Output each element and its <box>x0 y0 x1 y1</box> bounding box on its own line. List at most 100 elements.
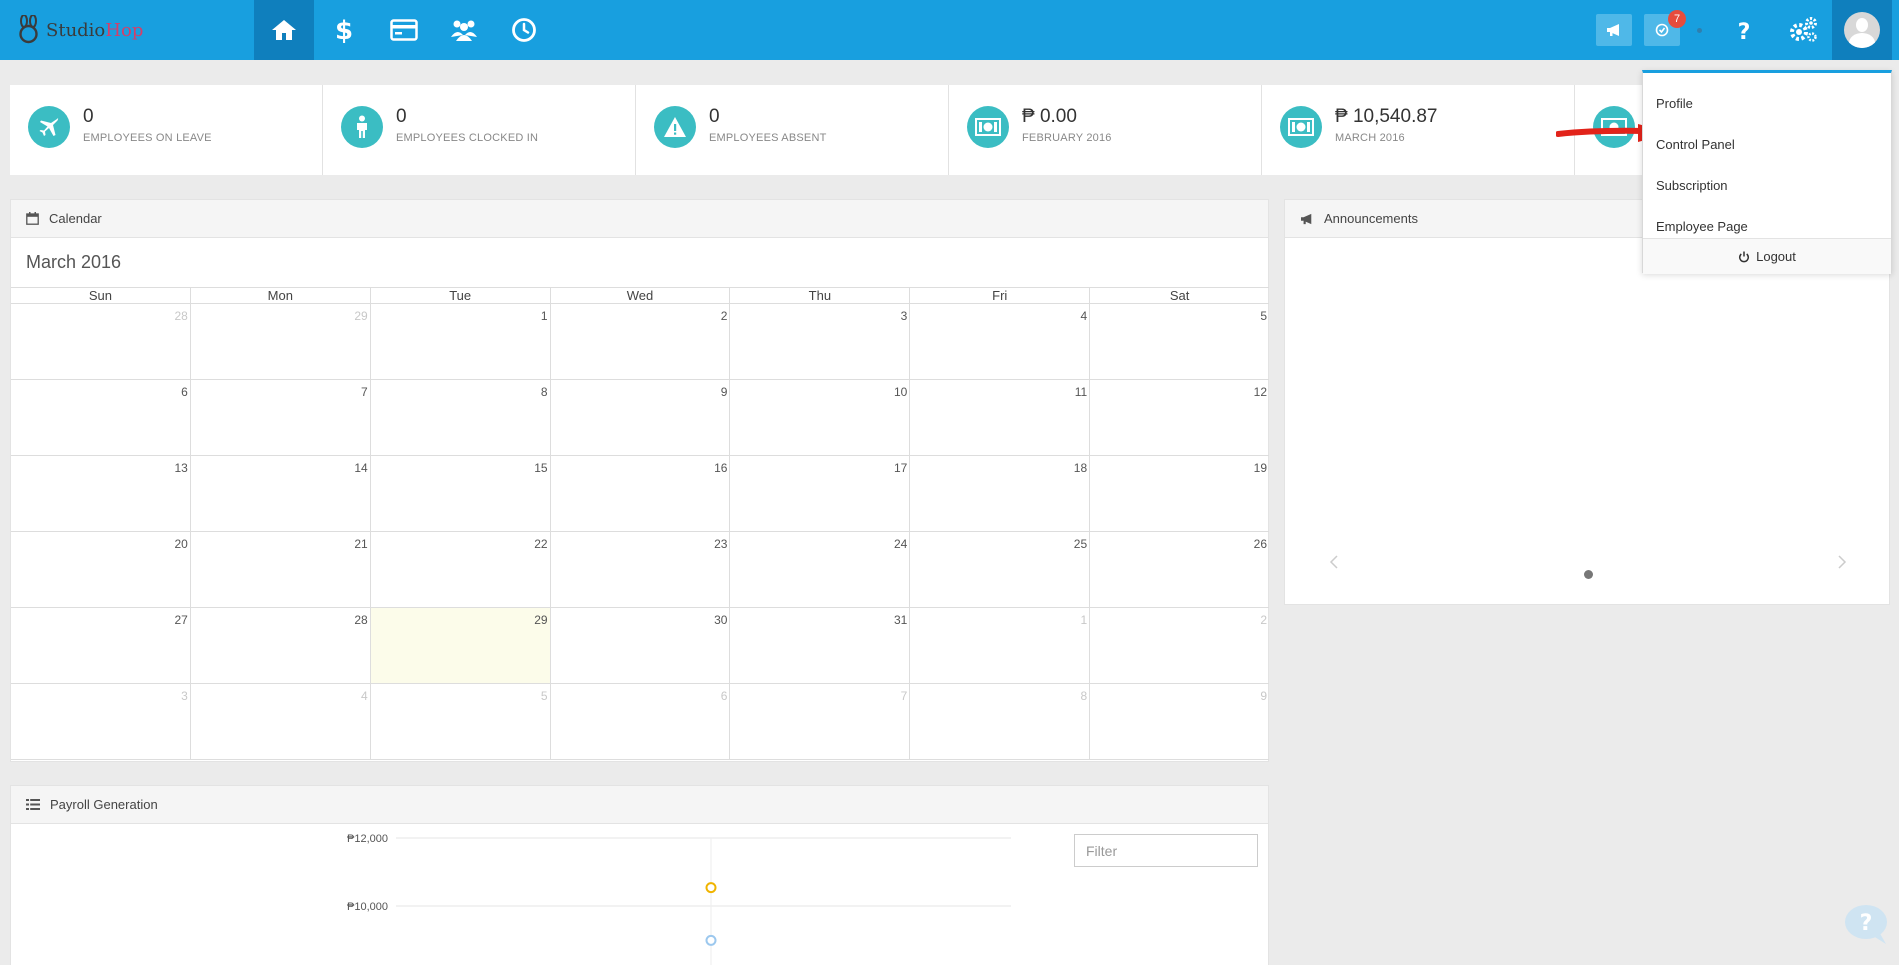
person-icon <box>357 115 367 138</box>
calendar-day[interactable]: 1 <box>910 608 1091 683</box>
question-mark-icon: ? <box>1738 20 1751 42</box>
carousel-prev-button[interactable] <box>1329 555 1339 574</box>
brand-name: StudioHop <box>46 19 144 41</box>
calendar-day[interactable]: 3 <box>11 684 191 759</box>
calendar-day[interactable]: 11 <box>910 380 1091 455</box>
calendar-day[interactable]: 18 <box>910 456 1091 531</box>
money-icon <box>975 118 1001 136</box>
calendar-day[interactable]: 9 <box>1090 684 1269 759</box>
calendar-day[interactable]: 9 <box>551 380 731 455</box>
panel-title: Announcements <box>1324 211 1418 226</box>
menu-item-profile[interactable]: Profile <box>1643 83 1891 123</box>
calendar-day[interactable]: 6 <box>551 684 731 759</box>
megaphone-icon <box>1301 213 1312 224</box>
svg-text:?: ? <box>1860 911 1873 936</box>
calendar-day[interactable]: 7 <box>730 684 911 759</box>
calendar-week: 20 21 22 23 24 25 26 <box>11 532 1269 608</box>
user-menu-toggle[interactable] <box>1832 0 1892 60</box>
bunny-logo-icon <box>19 15 38 44</box>
warning-icon <box>664 117 686 137</box>
day-of-week-sun: Sun <box>11 288 191 303</box>
calendar-day[interactable]: 6 <box>11 380 191 455</box>
calendar-weeks: 28 29 1 2 3 4 5 6 7 8 9 10 11 12 13 14 15 16 17 18 19 20 21 22 2… <box>11 304 1269 760</box>
settings-button[interactable] <box>1785 0 1821 60</box>
nav-employees[interactable] <box>434 0 494 60</box>
calendar-day-today[interactable]: 29 <box>370 608 551 683</box>
filter-input[interactable] <box>1074 834 1258 867</box>
calendar-day[interactable]: 25 <box>910 532 1091 607</box>
payroll-panel-header: Payroll Generation <box>11 786 1268 824</box>
calendar-day[interactable]: 8 <box>910 684 1091 759</box>
calendar-day[interactable]: 2 <box>1090 608 1269 683</box>
calendar-week: 6 7 8 9 10 11 12 <box>11 380 1269 456</box>
chart-point-series-0[interactable] <box>705 882 717 894</box>
calendar-day[interactable]: 4 <box>191 684 371 759</box>
nav-home[interactable] <box>254 0 314 60</box>
calendar-day[interactable]: 13 <box>11 456 191 531</box>
help-button[interactable]: ? <box>1728 0 1760 60</box>
calendar-day[interactable]: 12 <box>1090 380 1269 455</box>
calendar-day[interactable]: 17 <box>730 456 911 531</box>
nav-payroll[interactable]: $ <box>314 0 374 60</box>
calendar-day[interactable]: 24 <box>730 532 911 607</box>
calendar-day[interactable]: 4 <box>910 304 1091 379</box>
carousel-dot[interactable] <box>1584 570 1593 579</box>
menu-item-subscription[interactable]: Subscription <box>1643 165 1891 205</box>
calendar-day[interactable]: 5 <box>1090 304 1269 379</box>
calendar-day[interactable]: 28 <box>11 304 191 379</box>
logout-button[interactable]: Logout <box>1643 238 1891 274</box>
user-dropdown-menu: Profile Control Panel Subscription Emplo… <box>1642 70 1892 274</box>
announcements-button[interactable] <box>1596 0 1632 60</box>
tasks-button[interactable]: 7 <box>1644 0 1686 60</box>
calendar-week: 13 14 15 16 17 18 19 <box>11 456 1269 532</box>
calendar-panel-header: Calendar <box>11 200 1268 238</box>
calendar-day[interactable]: 8 <box>371 380 551 455</box>
calendar-day[interactable]: 21 <box>191 532 371 607</box>
calendar-day[interactable]: 23 <box>551 532 731 607</box>
clock-icon <box>512 18 536 42</box>
calendar-day[interactable]: 30 <box>551 608 731 683</box>
dollar-icon: $ <box>335 16 353 44</box>
calendar-day[interactable]: 7 <box>191 380 371 455</box>
carousel-next-button[interactable] <box>1837 555 1847 574</box>
calendar-day[interactable]: 3 <box>730 304 911 379</box>
calendar-day[interactable]: 22 <box>371 532 551 607</box>
calendar-day[interactable]: 5 <box>371 684 551 759</box>
calendar-day[interactable]: 20 <box>11 532 191 607</box>
calendar-day[interactable]: 16 <box>551 456 731 531</box>
calendar-day[interactable]: 10 <box>730 380 911 455</box>
calendar-day[interactable]: 19 <box>1090 456 1269 531</box>
calendar-day[interactable]: 28 <box>191 608 371 683</box>
brand-logo[interactable]: StudioHop <box>16 12 143 48</box>
notification-badge: 7 <box>1668 10 1686 28</box>
calendar-day[interactable]: 15 <box>371 456 551 531</box>
floating-help-button[interactable]: ? <box>1844 904 1890 946</box>
help-bubble-icon: ? <box>1845 905 1887 944</box>
chevron-right-icon <box>1838 555 1847 569</box>
calendar-day[interactable]: 26 <box>1090 532 1269 607</box>
nav-timekeeping[interactable] <box>494 0 554 60</box>
calendar-day[interactable]: 2 <box>551 304 731 379</box>
home-icon <box>272 20 296 40</box>
calendar-icon <box>26 212 39 225</box>
payroll-generation-panel: Payroll Generation ₱12,000 ₱10,000 <box>10 785 1269 965</box>
day-of-week-thu: Thu <box>730 288 911 303</box>
chevron-left-icon <box>1329 555 1338 569</box>
calendar-week: 28 29 1 2 3 4 5 <box>11 304 1269 380</box>
calendar-day[interactable]: 31 <box>730 608 911 683</box>
money-icon <box>1288 118 1314 136</box>
calendar-day[interactable]: 14 <box>191 456 371 531</box>
calendar-day[interactable]: 1 <box>371 304 551 379</box>
nav-billing[interactable] <box>374 0 434 60</box>
menu-item-control-panel[interactable]: Control Panel <box>1643 124 1891 164</box>
plane-icon <box>39 118 59 136</box>
svg-text:$: $ <box>335 16 353 44</box>
stat-payroll-february: ₱ 0.00 February 2016 <box>949 85 1262 175</box>
chart-point-series-1[interactable] <box>705 934 717 946</box>
payroll-chart: ₱12,000 ₱10,000 <box>347 833 1011 965</box>
gears-icon <box>1790 17 1817 42</box>
calendar-day[interactable]: 29 <box>191 304 371 379</box>
calendar-day[interactable]: 27 <box>11 608 191 683</box>
users-icon <box>451 20 477 41</box>
stat-employees-on-leave: 0 Employees on leave <box>10 85 323 175</box>
